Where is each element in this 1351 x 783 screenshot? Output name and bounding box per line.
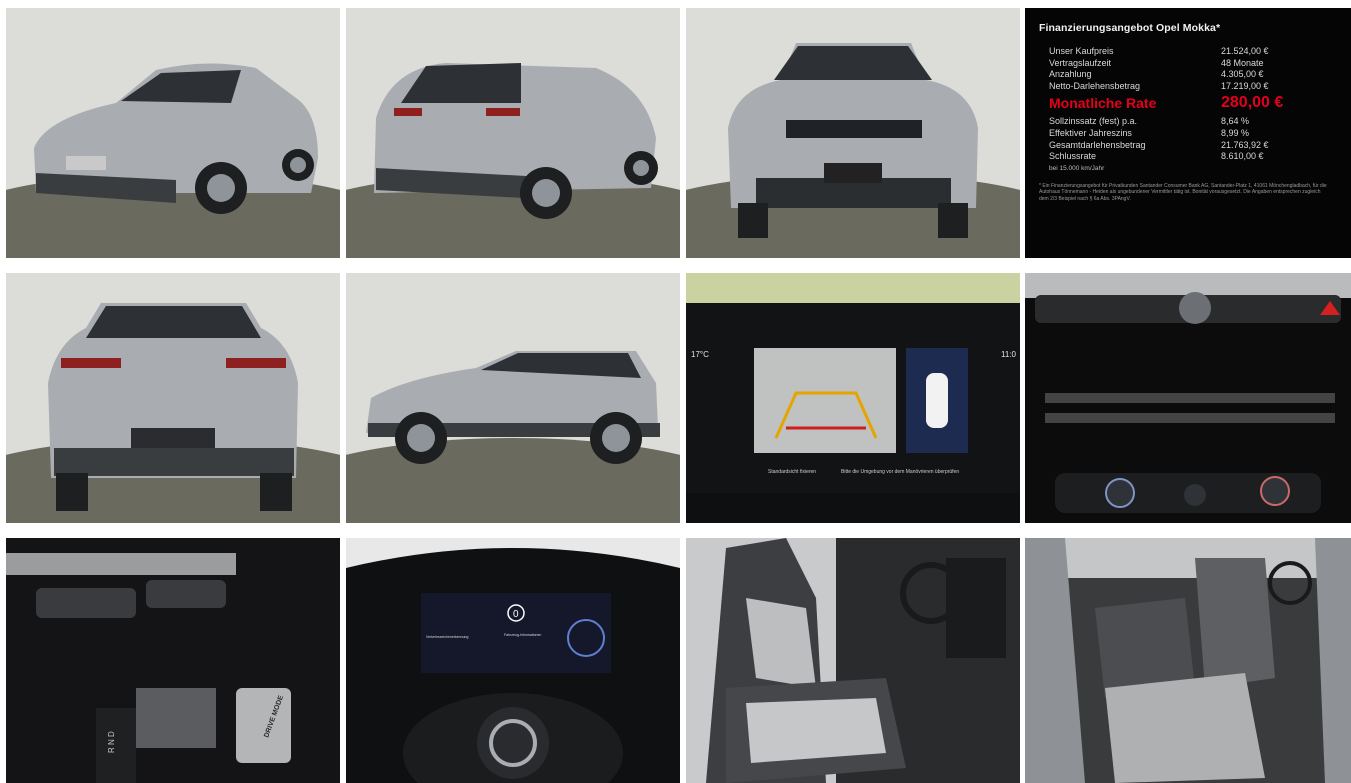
gear-letters: R N D xyxy=(107,731,116,753)
screen-temperature: 17°C xyxy=(691,350,709,359)
photo-front-three-quarter[interactable] xyxy=(6,8,340,258)
climate-controls-image xyxy=(1025,273,1351,523)
parking-hint: Standardsicht fixieren xyxy=(768,469,816,475)
finance-row-net-loan: Netto-Darlehensbetrag 17.219,00 € xyxy=(1049,80,1269,91)
car-front-three-quarter-image xyxy=(6,8,340,258)
finance-row-effective-rate: Effektiver Jahreszins 8,99 % xyxy=(1049,127,1250,138)
photo-drive-selector[interactable]: R N D DRIVE MODE xyxy=(6,538,340,783)
cluster-left-text: Verkehrszeichenerkennung xyxy=(426,635,468,639)
monthly-rate: Monatliche Rate 280,00 € xyxy=(1049,94,1284,112)
car-front-image xyxy=(686,8,1020,258)
photo-front[interactable] xyxy=(686,8,1020,258)
finance-row-final-payment: Schlussrate 8.610,00 € xyxy=(1049,151,1264,162)
camera-hint: Bitte die Umgebung vor dem Manövrieren ü… xyxy=(841,469,959,475)
finance-row-total-loan: Gesamtdarlehensbetrag 21.763,92 € xyxy=(1049,139,1269,150)
finance-offer-panel[interactable]: Finanzierungsangebot Opel Mokka* Unser K… xyxy=(1025,8,1351,258)
infotainment-screen-image: 17°C 11:0 Standardsicht fixieren Bitte d… xyxy=(686,273,1020,523)
photo-instrument-cluster[interactable]: 0 Verkehrszeichenerkennung Fahrzeug-Info… xyxy=(346,538,680,783)
car-side-image xyxy=(346,273,680,523)
finance-footnote: * Ein Finanzierungsangebot für Privatkun… xyxy=(1039,182,1327,202)
finance-row-interest-rate: Sollzinssatz (fest) p.a. 8,64 % xyxy=(1049,116,1250,127)
finance-row-term: Vertragslaufzeit 48 Monate xyxy=(1049,57,1264,68)
car-rear-image xyxy=(6,273,340,523)
photo-gallery: Finanzierungsangebot Opel Mokka* Unser K… xyxy=(6,8,1351,783)
photo-rear-three-quarter[interactable] xyxy=(346,8,680,258)
finance-row-purchase-price: Unser Kaufpreis 21.524,00 € xyxy=(1049,46,1269,56)
photo-side[interactable] xyxy=(346,273,680,523)
front-seats-image xyxy=(686,538,1020,783)
drive-selector-image: R N D DRIVE MODE xyxy=(6,538,340,783)
finance-title: Finanzierungsangebot Opel Mokka* xyxy=(1039,22,1221,34)
mileage-note: bei 15.000 km/Jahr xyxy=(1049,164,1105,172)
car-rear-three-quarter-image xyxy=(346,8,680,258)
instrument-cluster-image: 0 Verkehrszeichenerkennung Fahrzeug-Info… xyxy=(346,538,680,783)
finance-row-down-payment: Anzahlung 4.305,00 € xyxy=(1049,69,1264,80)
photo-infotainment-camera[interactable]: 17°C 11:0 Standardsicht fixieren Bitte d… xyxy=(686,273,1020,523)
cluster-center-text: Fahrzeug-Informationen xyxy=(504,633,541,637)
rear-seats-image xyxy=(1025,538,1351,783)
photo-rear-seats[interactable] xyxy=(1025,538,1351,783)
photo-front-seats[interactable] xyxy=(686,538,1020,783)
photo-rear[interactable] xyxy=(6,273,340,523)
screen-time: 11:0 xyxy=(1001,350,1017,359)
photo-centre-console[interactable] xyxy=(1025,273,1351,523)
speed-readout: 0 xyxy=(513,609,519,620)
